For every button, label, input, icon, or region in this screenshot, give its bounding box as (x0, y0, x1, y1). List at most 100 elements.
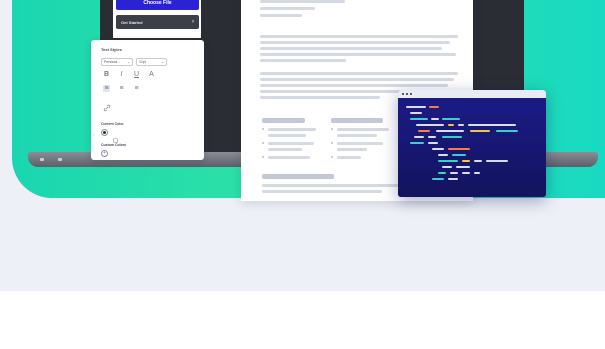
custom-colors-label: Custom Colors (101, 143, 127, 147)
doc-line (262, 184, 402, 187)
font-size-select[interactable]: 12pt ⌄ (136, 58, 167, 66)
code-token (438, 172, 446, 174)
window-dot-icon (406, 93, 408, 95)
get-started-button[interactable]: Get Started › (116, 15, 199, 29)
eyedropper-icon[interactable] (113, 130, 118, 143)
current-color-fill (103, 131, 106, 134)
laptop-hinge-dot (40, 158, 44, 161)
doc-line (262, 190, 382, 193)
window-dot-icon (410, 93, 412, 95)
align-center-button[interactable]: ≡ (118, 85, 125, 92)
doc-line (268, 142, 314, 145)
code-token (429, 106, 439, 108)
code-body (398, 98, 546, 197)
doc-line (268, 134, 306, 137)
doc-line (260, 72, 458, 75)
doc-heading (262, 118, 305, 123)
code-token (428, 142, 438, 144)
font-family-value: Persona... (104, 60, 120, 64)
doc-line (260, 53, 456, 56)
chevron-left-icon: ‹ (93, 132, 95, 137)
plus-icon: + (103, 150, 106, 156)
code-token (438, 160, 458, 162)
font-family-select[interactable]: Persona... ⌄ (101, 58, 133, 66)
code-token (486, 160, 508, 162)
code-token (406, 106, 426, 108)
doc-line (260, 14, 302, 17)
code-token (410, 118, 428, 120)
doc-line (260, 7, 315, 10)
choose-file-label: Choose File (143, 0, 172, 6)
code-editor-window (398, 90, 546, 197)
code-token (448, 148, 470, 150)
text-color-button[interactable]: A (148, 71, 155, 78)
choose-file-button[interactable]: Choose File (116, 0, 199, 10)
code-token (432, 178, 444, 180)
code-token (468, 124, 516, 126)
code-token (462, 160, 470, 162)
doc-bullet (262, 128, 264, 130)
doc-bullet (331, 128, 333, 130)
doc-bullet (331, 156, 333, 158)
align-toolbar: ≡ ≡ ≡ (103, 85, 140, 92)
laptop-hinge-dot (58, 158, 62, 161)
code-token (450, 172, 458, 174)
code-token (442, 136, 462, 138)
code-token (474, 172, 480, 174)
doc-heading (262, 174, 334, 179)
doc-line (337, 142, 383, 145)
code-token (474, 160, 482, 162)
code-token (410, 142, 424, 144)
code-token (416, 124, 444, 126)
format-toolbar: B I U A (103, 71, 155, 78)
doc-line (260, 0, 345, 3)
current-color-label: Current Color (101, 122, 124, 126)
get-started-label: Get Started (121, 19, 143, 25)
hero-illustration: Choose File Get Started › Text Styles Pe… (0, 0, 605, 291)
text-styles-title: Text Styles (101, 47, 122, 52)
align-right-button[interactable]: ≡ (133, 85, 140, 92)
code-token (456, 166, 470, 168)
code-token (458, 124, 464, 126)
doc-line (337, 148, 367, 151)
italic-button[interactable]: I (118, 71, 125, 78)
code-token (438, 154, 448, 156)
doc-line (268, 148, 302, 151)
code-token (442, 118, 460, 120)
code-token (432, 148, 444, 150)
add-color-button[interactable]: + (101, 150, 108, 157)
underline-button[interactable]: U (133, 71, 140, 78)
current-color-swatch[interactable] (101, 129, 108, 136)
code-token (418, 130, 430, 132)
code-token (414, 136, 424, 138)
bold-button[interactable]: B (103, 71, 110, 78)
code-token (442, 166, 452, 168)
code-token (448, 124, 454, 126)
window-dot-icon (402, 93, 404, 95)
code-titlebar (398, 90, 546, 98)
doc-line (260, 59, 346, 62)
code-token (431, 118, 439, 120)
align-left-button[interactable]: ≡ (103, 85, 110, 92)
code-token (452, 154, 466, 156)
code-token (462, 172, 470, 174)
doc-line (260, 41, 450, 44)
doc-line (268, 156, 310, 159)
chevron-down-icon: ⌄ (127, 60, 130, 64)
doc-line (260, 47, 442, 50)
link-icon[interactable] (103, 99, 111, 112)
code-token (496, 130, 518, 132)
code-token (428, 136, 436, 138)
chevron-down-icon: ⌄ (161, 60, 164, 64)
font-size-value: 12pt (139, 60, 146, 64)
doc-bullet (331, 142, 333, 144)
doc-line (337, 156, 361, 159)
doc-line (260, 96, 380, 99)
doc-bullet (262, 156, 264, 158)
doc-bullet (262, 142, 264, 144)
doc-heading (331, 118, 383, 123)
doc-line (260, 90, 400, 93)
doc-line (260, 35, 458, 38)
code-token (470, 130, 490, 132)
code-token (410, 112, 422, 114)
